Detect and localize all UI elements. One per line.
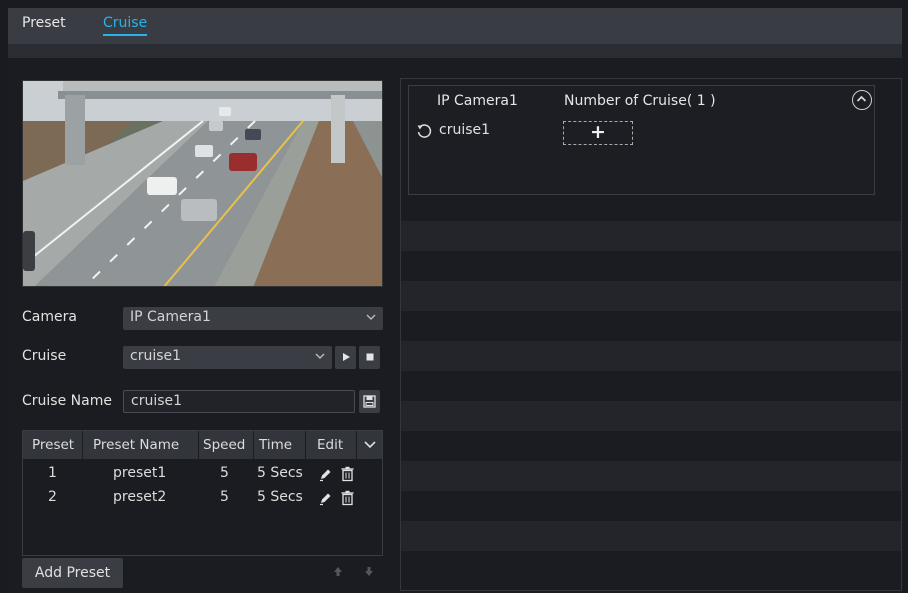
- tab-preset[interactable]: Preset: [22, 15, 66, 31]
- cruise-name-value: cruise1: [131, 393, 183, 409]
- cruise-item[interactable]: cruise1: [439, 122, 490, 138]
- add-preset-button[interactable]: Add Preset: [22, 558, 123, 588]
- cruise-select[interactable]: cruise1: [123, 346, 332, 369]
- preset-number: 2: [48, 489, 57, 505]
- plus-icon: +: [590, 121, 606, 143]
- preset-table: Preset Preset Name Speed Time Edit 1 pre…: [22, 430, 383, 556]
- empty-row: [401, 221, 901, 251]
- camera-select-value: IP Camera1: [130, 309, 211, 325]
- column-header: Time: [259, 437, 293, 453]
- preset-name: preset1: [113, 465, 167, 481]
- arrow-down-icon[interactable]: [364, 566, 374, 580]
- preset-speed: 5: [220, 465, 229, 481]
- collapse-button[interactable]: [852, 90, 872, 110]
- empty-row: [401, 461, 901, 491]
- camera-label: Camera: [22, 309, 77, 325]
- refresh-icon: [416, 123, 432, 143]
- chevron-down-icon: [314, 349, 326, 366]
- preset-time: 5 Secs: [257, 489, 303, 505]
- arrow-up-icon[interactable]: [333, 566, 343, 580]
- column-header: Preset Name: [93, 437, 180, 453]
- stop-icon: [366, 353, 373, 361]
- camera-preview: [22, 80, 383, 287]
- table-row[interactable]: 2 preset2 5 5 Secs: [23, 487, 382, 511]
- preset-name: preset2: [113, 489, 167, 505]
- camera-cruise-group: IP Camera1 Number of Cruise( 1 ) cruise1…: [408, 85, 875, 195]
- save-icon: [363, 395, 376, 408]
- chevron-up-icon: [856, 95, 867, 102]
- empty-row: [401, 341, 901, 371]
- edit-icon[interactable]: [318, 491, 333, 510]
- table-row[interactable]: 1 preset1 5 5 Secs: [23, 463, 382, 487]
- save-cruise-name-button[interactable]: [359, 390, 380, 413]
- active-tab-indicator: [103, 34, 148, 36]
- empty-row: [401, 521, 901, 551]
- tab-cruise-label: Cruise: [103, 15, 148, 31]
- camera-select[interactable]: IP Camera1: [123, 307, 383, 330]
- toolbar-strip: [8, 44, 902, 58]
- cruise-select-value: cruise1: [130, 348, 182, 364]
- empty-row: [401, 281, 901, 311]
- chevron-down-icon[interactable]: [363, 439, 377, 455]
- column-header: Preset: [32, 437, 75, 453]
- cruise-name-input[interactable]: cruise1: [123, 390, 355, 413]
- column-header: Speed: [203, 437, 246, 453]
- delete-icon[interactable]: [340, 490, 355, 510]
- cruise-count: Number of Cruise( 1 ): [564, 93, 716, 109]
- add-cruise-button[interactable]: +: [563, 121, 633, 145]
- cruise-name-label: Cruise Name: [22, 393, 112, 409]
- table-header: Preset Preset Name Speed Time Edit: [23, 431, 382, 459]
- cruise-label: Cruise: [22, 348, 67, 364]
- edit-icon[interactable]: [318, 467, 333, 486]
- group-camera-name: IP Camera1: [437, 93, 518, 109]
- delete-icon[interactable]: [340, 466, 355, 486]
- column-header: Edit: [317, 437, 344, 453]
- preset-time: 5 Secs: [257, 465, 303, 481]
- tab-bar: Preset Cruise: [8, 8, 902, 44]
- empty-row: [401, 401, 901, 431]
- chevron-down-icon: [365, 310, 377, 327]
- preset-number: 1: [48, 465, 57, 481]
- play-cruise-button[interactable]: [335, 346, 356, 369]
- tab-cruise[interactable]: Cruise: [103, 15, 148, 36]
- play-icon: [342, 353, 350, 361]
- camera-preview-image: [23, 81, 382, 286]
- stop-cruise-button[interactable]: [359, 346, 380, 369]
- preset-speed: 5: [220, 489, 229, 505]
- cruise-list-panel: IP Camera1 Number of Cruise( 1 ) cruise1…: [400, 78, 902, 591]
